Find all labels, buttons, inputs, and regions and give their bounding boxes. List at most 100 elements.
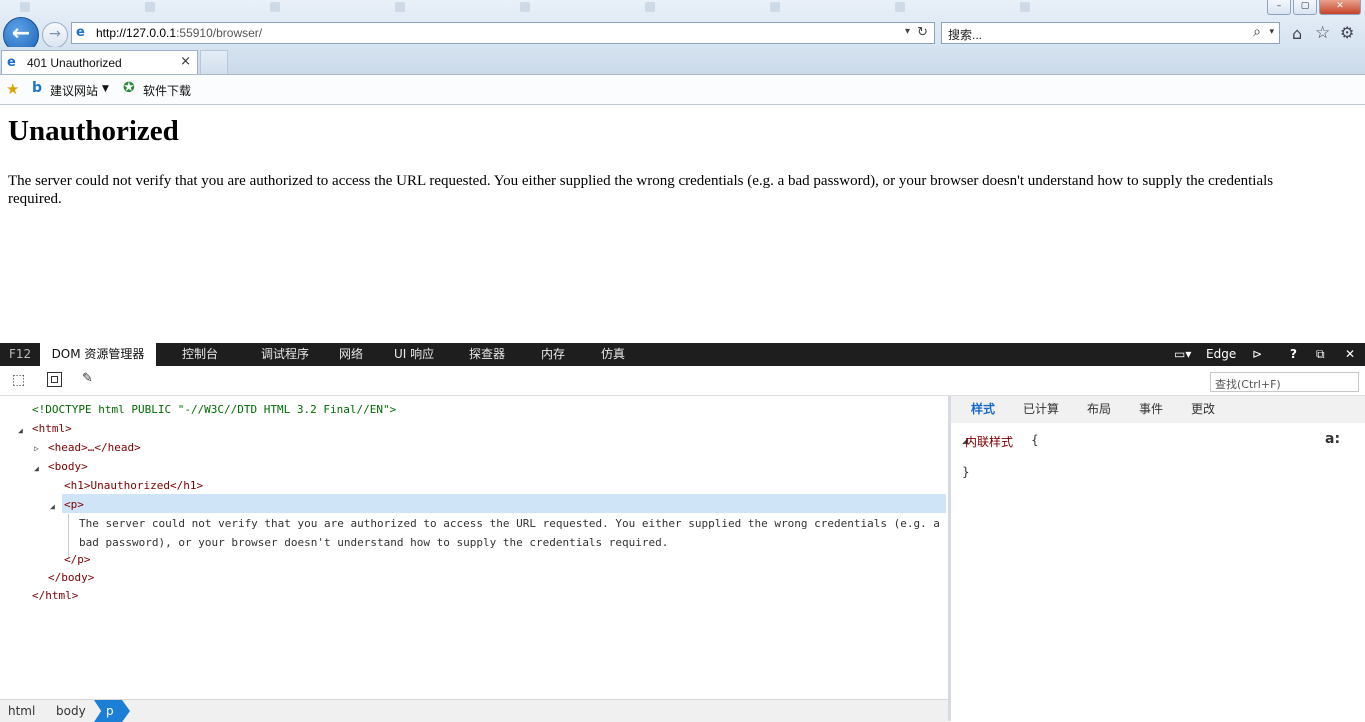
window-controls: – ▢ ✕ <box>1267 0 1361 15</box>
background-taskbar-tabs <box>0 0 1250 18</box>
favorites-add-icon[interactable]: ★ <box>6 80 19 98</box>
find-placeholder: 查找(Ctrl+F) <box>1215 378 1281 391</box>
address-bar[interactable]: e http://127.0.0.1:55910/browser/ ▾ ↻ <box>71 22 935 44</box>
tab-layout[interactable]: 布局 <box>1087 396 1111 423</box>
breadcrumb-html[interactable]: html <box>8 704 35 718</box>
inline-style-open-brace: { <box>1031 433 1039 447</box>
refresh-icon[interactable]: ↻ <box>917 25 928 40</box>
document-mode-icon[interactable]: ▭▾ <box>1174 343 1191 366</box>
dom-html-close[interactable]: </html> <box>32 587 78 605</box>
ghost-tab <box>645 2 755 16</box>
selected-node-highlight <box>62 494 946 513</box>
ghost-tab <box>520 2 630 16</box>
software-download-link[interactable]: 软件下载 <box>143 82 191 99</box>
dom-html-open[interactable]: <html> <box>32 420 72 438</box>
inline-style-close-brace: } <box>962 465 970 479</box>
font-icon[interactable]: a: <box>1325 431 1340 447</box>
tab-console[interactable]: 控制台 <box>182 343 218 366</box>
tab-styles[interactable]: 样式 <box>971 396 995 423</box>
ghost-tab <box>270 2 380 16</box>
search-input[interactable]: 搜索... <box>948 26 982 43</box>
ie-tab-icon: e <box>7 55 16 70</box>
page-content: Unauthorized The server could not verify… <box>0 105 1365 343</box>
expand-triangle-icon[interactable]: ▷ <box>34 444 39 453</box>
tab-active[interactable]: e 401 Unauthorized × <box>1 50 198 74</box>
collapse-triangle-icon[interactable]: ◢ <box>18 426 23 435</box>
close-window-button[interactable]: ✕ <box>1319 0 1361 15</box>
dom-body-close[interactable]: </body> <box>48 569 94 587</box>
maximize-button[interactable]: ▢ <box>1293 0 1317 15</box>
styles-tabbar: 样式 已计算 布局 事件 更改 <box>951 396 1365 423</box>
styles-pane: 样式 已计算 布局 事件 更改 ◢ 内联样式 { } a: <box>951 396 1365 721</box>
url-path: :55910/browser/ <box>176 26 263 40</box>
highlight-box-icon[interactable] <box>47 372 62 387</box>
tab-dom-explorer[interactable]: DOM 资源管理器 <box>40 343 156 366</box>
new-tab-button[interactable] <box>200 50 228 74</box>
dom-head[interactable]: <head>…</head> <box>48 439 141 457</box>
collapse-triangle-icon[interactable]: ◢ <box>34 464 39 473</box>
undock-icon[interactable]: ⧉ <box>1316 343 1325 366</box>
dom-body-open[interactable]: <body> <box>48 458 88 476</box>
devtools-f12-label: F12 <box>9 347 32 361</box>
gear-icon[interactable]: ⚙ <box>1340 23 1354 42</box>
dom-h1[interactable]: <h1>Unauthorized</h1> <box>64 477 203 495</box>
collapse-triangle-icon[interactable]: ◢ <box>50 502 55 511</box>
tab-network[interactable]: 网络 <box>339 343 363 366</box>
tab-emulation[interactable]: 仿真 <box>601 343 625 366</box>
favorites-bar: ★ b 建议网站 ▼ ✪ 软件下载 <box>0 75 1365 105</box>
ghost-tab <box>895 2 1005 16</box>
bing-icon: b <box>32 80 43 96</box>
minimize-button[interactable]: – <box>1267 0 1291 15</box>
console-toggle-icon[interactable]: ⊳ <box>1252 343 1262 366</box>
suggested-sites-link[interactable]: 建议网站 <box>50 82 98 99</box>
dom-p-close[interactable]: </p> <box>64 551 91 569</box>
tab-ui-responsiveness[interactable]: UI 响应 <box>394 343 434 366</box>
ghost-tab <box>395 2 505 16</box>
document-mode-label[interactable]: Edge <box>1206 343 1236 366</box>
address-url[interactable]: http://127.0.0.1:55910/browser/ <box>96 26 262 40</box>
tab-strip: e 401 Unauthorized × <box>0 47 1365 75</box>
home-icon[interactable]: ⌂ <box>1292 24 1302 43</box>
dom-tree-pane: <!DOCTYPE html PUBLIC "-//W3C//DTD HTML … <box>0 396 948 699</box>
page-message: The server could not verify that you are… <box>8 173 1274 207</box>
forward-arrow-icon: → <box>49 26 61 42</box>
forward-button[interactable]: → <box>42 22 68 48</box>
ghost-tab <box>145 2 255 16</box>
address-dropdown-icon[interactable]: ▾ <box>905 26 910 37</box>
page-title: Unauthorized <box>8 115 179 147</box>
tab-computed[interactable]: 已计算 <box>1023 396 1059 423</box>
download-site-icon: ✪ <box>123 80 135 96</box>
breadcrumb-p[interactable]: p <box>106 704 114 718</box>
color-picker-icon[interactable]: ✎ <box>82 371 93 386</box>
close-devtools-icon[interactable]: ✕ <box>1345 343 1355 366</box>
ghost-tab <box>1020 2 1130 16</box>
favorites-star-icon[interactable]: ☆ <box>1315 23 1330 43</box>
help-icon[interactable]: ? <box>1290 343 1297 366</box>
search-box[interactable]: 搜索... ⌕ ▾ <box>941 22 1280 44</box>
tab-title: 401 Unauthorized <box>27 56 122 70</box>
tab-events[interactable]: 事件 <box>1139 396 1163 423</box>
back-arrow-icon: ← <box>11 21 31 46</box>
ghost-tab <box>20 2 130 16</box>
tab-close-icon[interactable]: × <box>180 54 191 69</box>
tab-profiler[interactable]: 探查器 <box>469 343 505 366</box>
ie-page-icon: e <box>76 25 85 40</box>
inline-style-label[interactable]: 内联样式 <box>965 433 1013 450</box>
ghost-tab <box>770 2 880 16</box>
search-icon[interactable]: ⌕ <box>1253 24 1261 40</box>
dom-p-text[interactable]: The server could not verify that you are… <box>79 514 945 549</box>
devtools-tabbar: F12 DOM 资源管理器 控制台 调试程序 网络 UI 响应 探查器 内存 仿… <box>0 343 1365 366</box>
url-host: http://127.0.0.1 <box>96 26 177 40</box>
search-dropdown-icon[interactable]: ▾ <box>1269 27 1274 37</box>
dom-breadcrumb: html body p <box>0 699 948 722</box>
breadcrumb-body[interactable]: body <box>56 704 86 718</box>
suggested-sites-dropdown-icon[interactable]: ▼ <box>102 84 109 94</box>
select-element-icon[interactable]: ⬚ <box>12 372 25 388</box>
dom-toolbar: ⬚ ✎ <box>0 366 1365 396</box>
tab-debugger[interactable]: 调试程序 <box>261 343 309 366</box>
dom-doctype[interactable]: <!DOCTYPE html PUBLIC "-//W3C//DTD HTML … <box>32 401 396 419</box>
find-input[interactable]: 查找(Ctrl+F) <box>1210 372 1359 392</box>
tab-changes[interactable]: 更改 <box>1191 396 1215 423</box>
dom-p-open[interactable]: <p> <box>64 496 84 514</box>
tab-memory[interactable]: 内存 <box>541 343 565 366</box>
